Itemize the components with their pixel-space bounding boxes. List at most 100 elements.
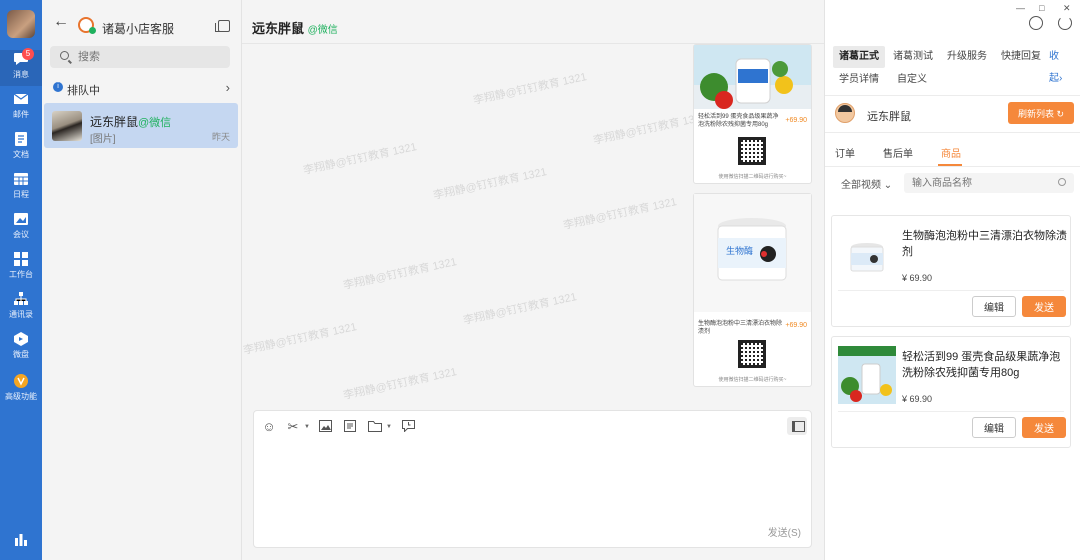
qr-code [738,137,766,165]
search-input[interactable] [78,49,218,65]
category-filter[interactable]: 全部视频 ⌄ [841,176,892,191]
user-avatar[interactable] [7,10,35,38]
contact-name: 远东胖鼠 [90,115,139,129]
tab-zhuge-test[interactable]: 诸葛测试 [887,46,939,68]
conversation-list: ← 诸葛小店客服 i 排队中 › 远东胖鼠@微信 [图片] 昨天 [42,0,242,560]
message-composer: ☺ ✂ ▼ ▼ 发送(S) [253,410,812,548]
tab-student-detail[interactable]: 学员详情 [833,69,885,91]
tab-after-sales[interactable]: 售后单 [883,145,913,160]
edit-button[interactable]: 编辑 [972,296,1016,317]
cloud-drive-icon [14,332,28,346]
note-icon[interactable] [343,420,357,434]
bar-chart-icon [15,534,27,546]
card-description: 轻松活到99 蛋壳食品级果蔬净泡洗粉除农残抑菌专用80g [698,114,779,128]
crm-panel: — □ ✕ 诸葛正式 诸葛测试 升级服务 快捷回复 收起› 学员详情 自定义 远… [824,0,1080,560]
product-card: 轻松活到99 蛋壳食品级果蔬净泡洗粉除农残抑菌专用80g ¥ 69.90 编辑 … [831,336,1071,448]
product-image: 生物酶 [694,194,811,312]
power-icon[interactable] [1058,16,1072,30]
folder-icon[interactable] [368,420,382,434]
nav-docs[interactable]: 文档 [0,130,42,166]
watermark: 李翔静@钉钉教育 1321 [242,321,358,357]
calendar-icon [14,173,28,185]
nav-drive[interactable]: 微盘 [0,330,42,366]
nav-label: 日程 [13,190,29,199]
sidebar-toggle-icon[interactable] [787,417,807,435]
send-product-button[interactable]: 发送 [1022,296,1066,317]
search-icon [1058,178,1066,186]
collapse-link[interactable]: 收起› [1043,46,1078,84]
product-search-input[interactable] [912,176,1052,190]
card-price: +69.90 [785,322,807,329]
conversation-item[interactable]: 远东胖鼠@微信 [图片] 昨天 [44,103,238,148]
panel-tabs: 诸葛正式 诸葛测试 升级服务 快捷回复 收起› 学员详情 自定义 [833,46,1078,92]
tab-zhuge-prod[interactable]: 诸葛正式 [833,46,885,68]
search-icon [60,51,69,60]
tab-quick-reply[interactable]: 快捷回复 [995,46,1047,68]
nav-mail[interactable]: 邮件 [0,90,42,126]
new-window-icon[interactable] [215,20,230,32]
back-arrow-icon[interactable]: ← [53,14,69,30]
search-box[interactable] [50,46,230,68]
nav-label: 消息 [13,70,29,79]
divider [825,166,1080,167]
collapse-label: 收起 [1049,51,1059,84]
nav-messages[interactable]: 5 消息 [0,48,42,86]
contact-avatar [52,111,82,141]
tab-products[interactable]: 商品 [941,145,961,160]
nav-meeting[interactable]: 会议 [0,210,42,246]
refresh-list-button[interactable]: 刷新列表 ↻ [1008,102,1074,124]
close-icon[interactable]: ✕ [1063,3,1071,14]
nav-advanced[interactable]: 高级功能 [0,372,42,408]
product-message-card[interactable]: 生物酶 生物酶泡泡粉中三清漂泊衣物除渍剂 +69.90 使用微信扫描二维码进行购… [693,193,812,387]
edit-button[interactable]: 编辑 [972,417,1016,438]
watermark: 李翔静@钉钉教育 1321 [342,256,458,292]
minimize-icon[interactable]: — [1016,3,1025,13]
refresh-icon: ↻ [1056,108,1065,119]
product-name: 生物酶泡泡粉中三清漂泊衣物除渍剂 [902,230,1067,258]
nav-contacts[interactable]: 通讯录 [0,290,42,326]
tab-upgrade[interactable]: 升级服务 [941,46,993,68]
product-search-box[interactable] [904,173,1074,193]
message-time: 昨天 [211,132,230,142]
shop-name: 诸葛小店客服 [102,22,175,36]
feedback-icon[interactable] [1029,16,1043,30]
workbench-icon [14,252,28,266]
queue-icon: i [53,82,63,92]
nav-more[interactable] [0,530,42,554]
nav-label: 邮件 [13,110,29,119]
message-input[interactable] [264,443,799,523]
product-message-card[interactable]: 轻松活到99 蛋壳食品级果蔬净泡洗粉除农残抑菌专用80g +69.90 使用微信… [693,44,812,184]
card-description: 生物酶泡泡粉中三清漂泊衣物除渍剂 [698,321,783,335]
chevron-down-icon[interactable]: ▼ [386,424,392,430]
image-icon[interactable] [318,420,332,434]
chevron-down-icon[interactable]: ▼ [304,424,310,430]
history-icon[interactable] [401,420,415,434]
divider [838,290,1064,291]
product-image [694,45,811,109]
qr-tip: 使用微信扫描二维码进行购买~ [718,174,787,180]
chat-title: 远东胖鼠 @微信 [252,18,338,37]
message-preview: [图片] [90,134,116,145]
divider [838,411,1064,412]
watermark: 李翔静@钉钉教育 1321 [432,166,548,202]
qr-code [738,340,766,368]
watermark: 李翔静@钉钉教育 1321 [592,111,708,147]
contact-name-line: 远东胖鼠@微信 [90,113,171,130]
unread-badge: 5 [22,48,34,60]
send-button[interactable]: 发送(S) [768,524,801,539]
nav-workbench[interactable]: 工作台 [0,250,42,286]
emoji-icon[interactable]: ☺ [262,420,276,434]
send-product-button[interactable]: 发送 [1022,417,1066,438]
chevron-down-icon: ⌄ [883,180,893,191]
tab-custom[interactable]: 自定义 [891,69,933,91]
queue-row[interactable]: i 排队中 › [42,78,242,98]
tab-orders[interactable]: 订单 [835,145,855,160]
scissors-icon[interactable]: ✂ [286,420,300,434]
meeting-icon [14,213,28,225]
maximize-icon[interactable]: □ [1039,3,1044,13]
nav-label: 通讯录 [9,310,33,319]
document-icon [15,132,27,146]
nav-calendar[interactable]: 日程 [0,170,42,206]
queue-label: 排队中 [67,85,100,97]
online-status-icon [89,27,96,34]
